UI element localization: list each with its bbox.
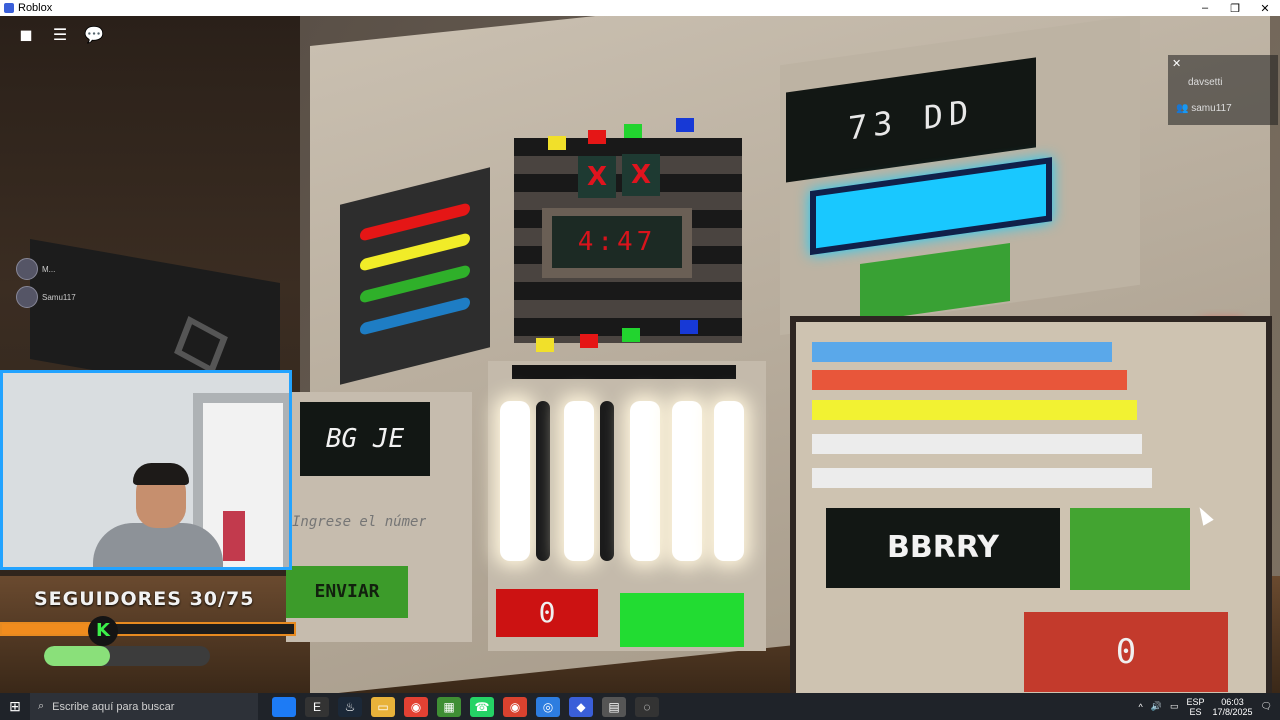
- bomb-timer: 4:47: [542, 208, 692, 278]
- close-button[interactable]: ✕: [1250, 2, 1280, 15]
- kick-icon: K: [88, 616, 118, 646]
- hamburger-icon[interactable]: ☰: [48, 22, 72, 46]
- light-tube-4[interactable]: [600, 401, 614, 561]
- light-tube-2[interactable]: [536, 401, 550, 561]
- roblox-taskbar-icon[interactable]: ◆: [569, 696, 593, 717]
- nearby-players: M... Samu117: [16, 258, 76, 314]
- light-tube-1[interactable]: [500, 401, 530, 561]
- calculator-icon[interactable]: ▤: [602, 696, 626, 717]
- volume-icon[interactable]: 🔊: [1151, 701, 1162, 712]
- maximize-button[interactable]: ❐: [1220, 2, 1250, 15]
- blue-wire[interactable]: [360, 296, 470, 336]
- code-panel: 73 DD: [780, 16, 1140, 336]
- steam-icon[interactable]: ♨: [338, 696, 362, 717]
- color-stripe[interactable]: [812, 434, 1142, 454]
- followers-progress-bar: [0, 622, 296, 636]
- yellow-wire[interactable]: [360, 232, 470, 272]
- windows-taskbar: ⊞ ⌕ Escribe aquí para buscar E ♨ ▭ ◉ ▦ ☎…: [0, 693, 1280, 720]
- network-icon[interactable]: ▭: [1170, 701, 1179, 712]
- color-green-button[interactable]: [1070, 508, 1190, 590]
- whatsapp-icon[interactable]: ☎: [470, 696, 494, 717]
- roblox-app-icon: [4, 3, 14, 13]
- lights-green-button[interactable]: [620, 593, 744, 647]
- color-stripe[interactable]: [812, 342, 1112, 362]
- input-code-display: BG JE: [300, 402, 430, 476]
- taskbar-apps: E ♨ ▭ ◉ ▦ ☎ ◉ ◎ ◆ ▤ ◌: [272, 696, 659, 717]
- chrome-profile-icon[interactable]: ◉: [503, 696, 527, 717]
- roblox-topbar: ◼ ☰ 💬: [14, 22, 106, 46]
- number-input[interactable]: [290, 504, 428, 540]
- minimize-button[interactable]: –: [1190, 2, 1220, 14]
- send-button[interactable]: ENVIAR: [286, 566, 408, 618]
- chevron-up-icon[interactable]: ^: [1139, 702, 1143, 712]
- copilot-icon[interactable]: [272, 696, 296, 717]
- followers-goal-text: SEGUIDORES 30/75: [34, 588, 255, 610]
- search-input[interactable]: Escribe aquí para buscar: [52, 701, 174, 713]
- app-icon[interactable]: ◎: [536, 696, 560, 717]
- lights-counter: 0: [496, 589, 598, 637]
- input-panel: BG JE ENVIAR: [286, 392, 472, 642]
- yellow-led: [548, 136, 566, 150]
- light-tube-5[interactable]: [630, 401, 660, 561]
- system-tray: ^ 🔊 ▭ ESP ES 06:03 17/8/2025 🗨: [1139, 697, 1280, 717]
- player-entry[interactable]: 👥 samu117: [1176, 103, 1232, 114]
- webcam-overlay: [0, 370, 292, 570]
- roblox-logo-icon: [174, 315, 228, 375]
- color-word-display: BBRRY: [826, 508, 1060, 588]
- avatar: [16, 258, 38, 280]
- file-explorer-icon[interactable]: ▭: [371, 696, 395, 717]
- player-list: ✕ davsetti 👥 samu117: [1168, 55, 1278, 125]
- timer-display: 4:47: [552, 216, 682, 268]
- bomb-device: X X 4:47: [514, 118, 742, 352]
- player-name: M...: [42, 264, 56, 274]
- green-led: [624, 124, 642, 138]
- search-icon: ⌕: [38, 700, 45, 712]
- lights-panel: 0: [488, 361, 766, 651]
- light-tube-7[interactable]: [714, 401, 744, 561]
- avatar: [16, 286, 38, 308]
- color-stripe[interactable]: [812, 370, 1127, 390]
- epic-games-icon[interactable]: E: [305, 696, 329, 717]
- player-list-close[interactable]: ✕: [1172, 57, 1181, 70]
- red-led: [588, 130, 606, 144]
- chrome-icon[interactable]: ◉: [404, 696, 428, 717]
- player-entry[interactable]: davsetti: [1188, 77, 1222, 88]
- wire-panel: [340, 167, 490, 385]
- minecraft-icon[interactable]: ▦: [437, 696, 461, 717]
- light-tube-3[interactable]: [564, 401, 594, 561]
- strike-2: X: [622, 154, 660, 196]
- player-name: Samu117: [42, 292, 76, 302]
- taskbar-search[interactable]: ⌕ Escribe aquí para buscar: [30, 693, 258, 720]
- clock[interactable]: 06:03 17/8/2025: [1213, 697, 1253, 717]
- color-stripe[interactable]: [812, 468, 1152, 488]
- roblox-menu-button[interactable]: ◼: [14, 22, 38, 46]
- chat-icon[interactable]: 💬: [82, 22, 106, 46]
- blue-led: [676, 118, 694, 132]
- followers-secondary-bar: [44, 646, 210, 666]
- window-titlebar: Roblox – ❐ ✕: [0, 0, 1280, 16]
- color-panel: BBRRY 0: [790, 316, 1272, 693]
- green-wire[interactable]: [360, 264, 470, 304]
- notifications-icon[interactable]: 🗨: [1261, 701, 1272, 712]
- color-counter: 0: [1024, 612, 1228, 692]
- language-indicator[interactable]: ESP ES: [1187, 697, 1205, 717]
- windows-start-icon[interactable]: ⊞: [0, 698, 30, 715]
- strike-1: X: [578, 156, 616, 198]
- color-stripe[interactable]: [812, 400, 1137, 420]
- light-tube-6[interactable]: [672, 401, 702, 561]
- window-title: Roblox: [18, 2, 53, 14]
- obs-icon[interactable]: ◌: [635, 696, 659, 717]
